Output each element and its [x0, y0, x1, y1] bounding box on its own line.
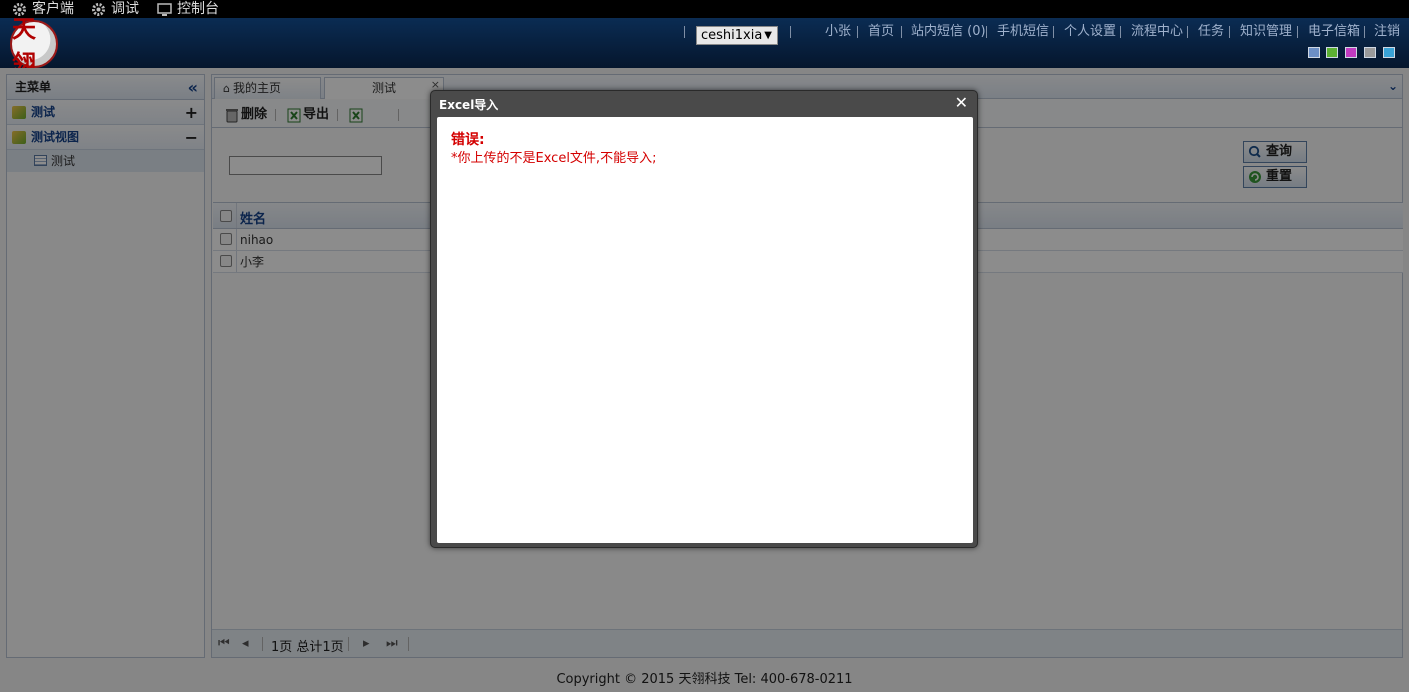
- divider: [901, 26, 902, 38]
- close-icon[interactable]: ✕: [955, 93, 968, 112]
- divider: [1053, 26, 1054, 38]
- divider: [1229, 26, 1230, 38]
- user-select-value: ceshi1xia: [701, 28, 763, 43]
- debug-link[interactable]: 调试: [91, 0, 139, 18]
- nav-knowledge[interactable]: 知识管理: [1240, 23, 1292, 41]
- nav-sms[interactable]: 手机短信: [997, 23, 1049, 41]
- console-link[interactable]: 控制台: [157, 0, 219, 18]
- skin-swatch-gray[interactable]: [1364, 47, 1376, 58]
- nav-personal-settings[interactable]: 个人设置: [1064, 23, 1116, 41]
- debug-label: 调试: [111, 1, 139, 17]
- error-message: *你上传的不是Excel文件,不能导入;: [451, 151, 657, 166]
- divider: [986, 26, 987, 38]
- nav-email[interactable]: 电子信箱: [1308, 23, 1360, 41]
- skin-swatch-purple[interactable]: [1345, 47, 1357, 58]
- divider: [1364, 26, 1365, 38]
- nav-home[interactable]: 首页: [868, 23, 894, 41]
- skin-swatch-green[interactable]: [1326, 47, 1338, 58]
- user-select[interactable]: ceshi1xia ▼: [696, 26, 778, 45]
- divider: [857, 26, 858, 38]
- error-title: 错误:: [451, 132, 485, 148]
- divider: [790, 26, 791, 38]
- nav-user[interactable]: 小张: [825, 23, 851, 41]
- caret-down-icon: ▼: [764, 30, 772, 41]
- dialog-title: Excel导入: [439, 98, 499, 112]
- divider: [1187, 26, 1188, 38]
- app-header: 天翎 ceshi1xia ▼ 小张 首页 站内短信 (0) 手机短信 个人设置 …: [0, 14, 1409, 78]
- monitor-icon: [157, 2, 172, 16]
- console-label: 控制台: [177, 1, 219, 17]
- nav-internal-messages[interactable]: 站内短信 (0): [911, 23, 986, 41]
- skin-swatch-blue[interactable]: [1308, 47, 1320, 58]
- dialog-body: 错误: *你上传的不是Excel文件,不能导入;: [437, 117, 973, 543]
- nav-workflow-center[interactable]: 流程中心: [1131, 23, 1183, 41]
- logo-text: 天翎: [12, 14, 36, 78]
- divider: [684, 26, 685, 38]
- divider: [1297, 26, 1298, 38]
- divider: [1120, 26, 1121, 38]
- skin-swatch-cyan[interactable]: [1383, 47, 1395, 58]
- system-bar: 客户端 调试 控制台: [0, 0, 1409, 18]
- excel-import-dialog: Excel导入 ✕ 错误: *你上传的不是Excel文件,不能导入;: [430, 90, 978, 548]
- nav-logout[interactable]: 注销: [1374, 23, 1400, 41]
- company-logo: 天翎: [10, 14, 58, 78]
- gear-icon: [92, 2, 105, 16]
- nav-tasks[interactable]: 任务: [1198, 23, 1224, 41]
